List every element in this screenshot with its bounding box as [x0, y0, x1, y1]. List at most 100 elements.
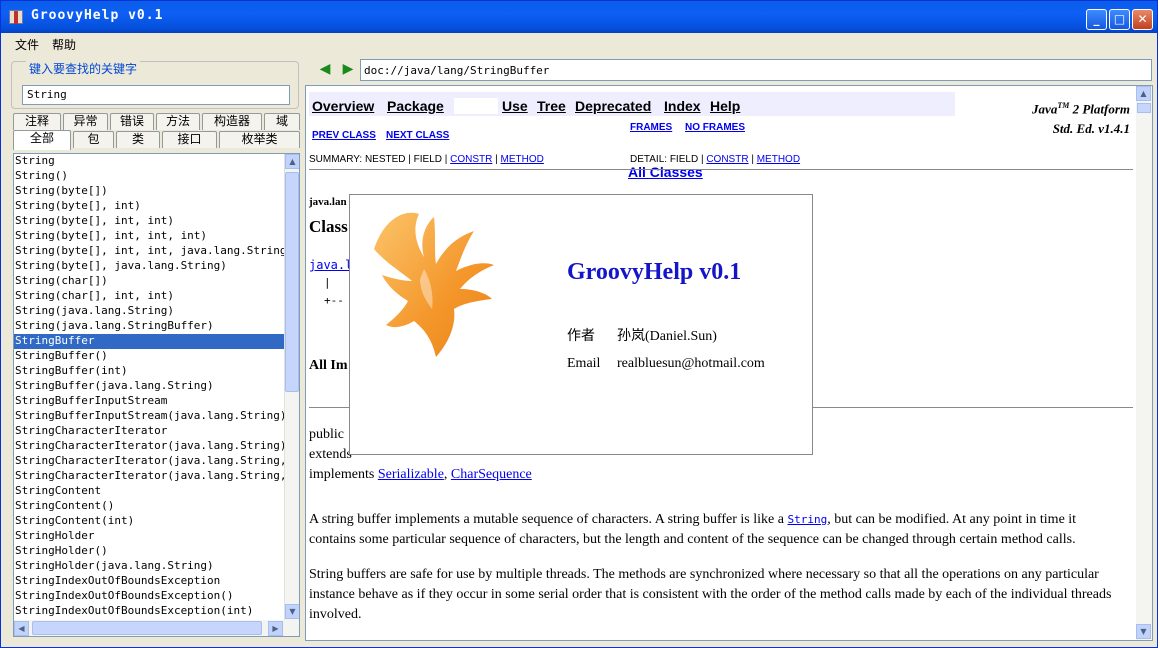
tab-classes[interactable]: 类 [116, 131, 160, 148]
doc-scroll-up-icon[interactable]: ▲ [1136, 86, 1151, 101]
menu-help[interactable]: 帮助 [52, 36, 76, 53]
search-input[interactable]: String [22, 85, 290, 105]
tab-interfaces[interactable]: 接口 [162, 131, 217, 148]
list-item[interactable]: String(byte[], int, int, int) [14, 229, 284, 244]
package-name: java.lan [309, 196, 347, 208]
list-item[interactable]: StringBufferInputStream(java.lang.String… [14, 409, 284, 424]
doc-scroll-thumb[interactable] [1137, 103, 1151, 113]
list-item[interactable]: StringCharacterIterator(java.lang.String… [14, 454, 284, 469]
list-item[interactable]: String(char[]) [14, 274, 284, 289]
list-item[interactable]: String(byte[]) [14, 184, 284, 199]
scroll-down-icon[interactable]: ▼ [285, 604, 299, 619]
address-input[interactable]: doc://java/lang/StringBuffer [360, 59, 1152, 81]
list-item[interactable]: String(byte[], int, int, java.lang.Strin… [14, 244, 284, 259]
author-label: 作者 [567, 329, 595, 344]
detail-constr-link[interactable]: CONSTR [706, 154, 748, 165]
email-label: Email [567, 356, 601, 371]
menu-file[interactable]: 文件 [15, 36, 39, 53]
list-item[interactable]: StringContent(int) [14, 514, 284, 529]
hscroll-thumb[interactable] [32, 621, 262, 635]
string-link[interactable]: String [787, 513, 827, 526]
platform-tm: TM [1057, 101, 1070, 110]
summary-prefix: SUMMARY: NESTED | FIELD | [309, 154, 451, 165]
tab-constructors[interactable]: 构造器 [202, 113, 262, 130]
tab-annotations[interactable]: 注释 [13, 113, 61, 130]
nav-package[interactable]: Package [387, 98, 444, 114]
list-item[interactable]: StringCharacterIterator(java.lang.String… [14, 469, 284, 484]
list-item[interactable]: String() [14, 169, 284, 184]
tab-packages[interactable]: 包 [73, 131, 114, 148]
list-item[interactable]: String(char[], int, int) [14, 289, 284, 304]
scroll-up-icon[interactable]: ▲ [285, 154, 299, 169]
scroll-thumb[interactable] [285, 172, 299, 392]
nav-help[interactable]: Help [710, 98, 740, 114]
list-item[interactable]: StringContent [14, 484, 284, 499]
about-email-row: Email realbluesun@hotmail.com [567, 356, 765, 372]
list-item[interactable]: StringBufferInputStream [14, 394, 284, 409]
nav-index[interactable]: Index [664, 98, 701, 114]
close-button[interactable]: ✕ [1132, 9, 1153, 30]
list-item[interactable]: String(byte[], int) [14, 199, 284, 214]
list-item[interactable]: StringIndexOutOfBoundsException() [14, 589, 284, 604]
list-item[interactable]: String(byte[], int, int) [14, 214, 284, 229]
summary-constr-link[interactable]: CONSTR [450, 154, 492, 165]
list-item[interactable]: StringHolder(java.lang.String) [14, 559, 284, 574]
horizontal-scrollbar[interactable]: ◀ ▶ [14, 620, 299, 636]
java-app-icon [9, 10, 23, 24]
platform-line2: Std. Ed. v1.4.1 [1052, 121, 1130, 137]
tab-errors[interactable]: 错误 [110, 113, 154, 130]
tab-enums[interactable]: 枚举类 [219, 131, 300, 148]
doc-scroll-down-icon[interactable]: ▼ [1136, 624, 1151, 639]
minimize-button[interactable]: _ [1086, 9, 1107, 30]
hierarchy-link[interactable]: java.l [309, 258, 352, 272]
summary-line: SUMMARY: NESTED | FIELD | CONSTR | METHO… [309, 154, 544, 165]
serializable-link[interactable]: Serializable [378, 467, 444, 482]
list-item[interactable]: String(java.lang.StringBuffer) [14, 319, 284, 334]
frames-link[interactable]: FRAMES [630, 122, 672, 133]
result-list[interactable]: String String() String(byte[]) String(byte[… [14, 154, 284, 620]
list-item[interactable]: String [14, 154, 284, 169]
list-item[interactable]: StringContent() [14, 499, 284, 514]
email-value: realbluesun@hotmail.com [617, 356, 765, 371]
no-frames-link[interactable]: NO FRAMES [685, 122, 745, 133]
list-item[interactable]: StringBuffer [14, 334, 284, 349]
implements-line: implements Serializable, CharSequence [309, 467, 532, 482]
list-item[interactable]: StringHolder [14, 529, 284, 544]
tab-methods[interactable]: 方法 [156, 113, 200, 130]
para1-text: A string buffer implements a mutable seq… [309, 512, 788, 527]
nav-tree[interactable]: Tree [537, 98, 566, 114]
tab-fields[interactable]: 域 [264, 113, 300, 130]
next-class-link[interactable]: NEXT CLASS [386, 130, 449, 141]
list-item[interactable]: StringIndexOutOfBoundsException(int) [14, 604, 284, 619]
forward-arrow-icon[interactable]: ▶ [340, 61, 356, 77]
nav-overview[interactable]: Overview [312, 98, 374, 114]
list-item[interactable]: StringIndexOutOfBoundsException [14, 574, 284, 589]
summary-method-link[interactable]: METHOD [501, 154, 544, 165]
detail-method-link[interactable]: METHOD [757, 154, 800, 165]
hierarchy-line: | [324, 276, 331, 289]
about-author-row: 作者 孙岚(Daniel.Sun) [567, 325, 717, 345]
list-item[interactable]: StringBuffer(java.lang.String) [14, 379, 284, 394]
list-item[interactable]: StringBuffer(int) [14, 364, 284, 379]
nav-deprecated[interactable]: Deprecated [575, 98, 651, 114]
prev-class-link[interactable]: PREV CLASS [312, 130, 376, 141]
list-item[interactable]: StringBuffer() [14, 349, 284, 364]
list-item[interactable]: String(java.lang.String) [14, 304, 284, 319]
description-para2-line1: String buffers are safe for use by multi… [309, 567, 1099, 582]
list-item[interactable]: String(byte[], java.lang.String) [14, 259, 284, 274]
tab-exceptions[interactable]: 异常 [63, 113, 108, 130]
list-item[interactable]: StringCharacterIterator(java.lang.String… [14, 439, 284, 454]
vertical-scrollbar[interactable]: ▲ ▼ [284, 154, 299, 620]
maximize-button[interactable]: □ [1109, 9, 1130, 30]
all-classes-link[interactable]: All Classes [628, 164, 703, 180]
list-item[interactable]: StringHolder() [14, 544, 284, 559]
scroll-right-icon[interactable]: ▶ [268, 621, 283, 636]
list-item[interactable]: StringCharacterIterator [14, 424, 284, 439]
nav-use[interactable]: Use [502, 98, 528, 114]
back-arrow-icon[interactable]: ◀ [317, 61, 333, 77]
doc-vertical-scrollbar[interactable]: ▲ ▼ [1136, 86, 1152, 640]
title-bar[interactable]: GroovyHelp v0.1 _ □ ✕ [1, 1, 1157, 33]
scroll-left-icon[interactable]: ◀ [14, 621, 29, 636]
charsequence-link[interactable]: CharSequence [451, 467, 532, 482]
tab-all[interactable]: 全部 [13, 130, 71, 150]
